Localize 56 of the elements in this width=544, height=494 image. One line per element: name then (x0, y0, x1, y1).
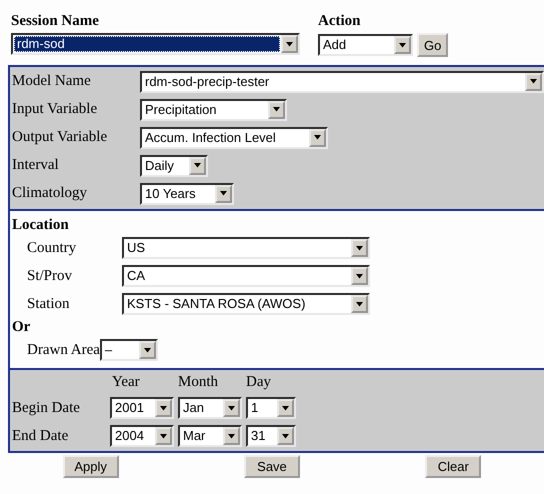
field-label: Drawn Area (27, 342, 100, 358)
dropdown-arrow-icon (227, 406, 236, 410)
dropdown-arrow-icon (159, 434, 168, 438)
dropdown[interactable]: – (100, 339, 158, 361)
dropdown[interactable]: 2004 (110, 425, 174, 447)
dropdown[interactable]: rdm-sod-precip-tester (140, 70, 544, 92)
dropdown-arrow-icon (227, 434, 236, 438)
dropdown-arrow-icon (159, 406, 168, 410)
field-label: Input Variable (12, 101, 98, 118)
action-button[interactable]: Clear (425, 455, 482, 478)
dropdown-arrow-icon (313, 135, 322, 140)
action-button[interactable]: Save (244, 455, 300, 478)
dropdown-arrow-icon (355, 274, 364, 278)
dropdown-arrow-icon (398, 42, 407, 48)
dropdown-arrow-icon (355, 302, 364, 306)
dropdown-arrow-icon (281, 434, 290, 438)
field-label: Climatology (12, 185, 88, 202)
field-heading: Action (318, 12, 362, 30)
column-heading: Month (178, 374, 220, 391)
field-label: Model Name (12, 73, 92, 90)
dropdown[interactable]: KSTS - SANTA ROSA (AWOS) (122, 293, 370, 315)
field-label: Country (27, 240, 78, 256)
dropdown[interactable]: 2001 (110, 397, 174, 419)
dropdown-arrow-icon (529, 79, 538, 84)
dropdown[interactable]: US (122, 237, 370, 259)
field-heading: Session Name (11, 12, 100, 30)
field-label: Begin Date (12, 400, 81, 416)
column-heading: Day (246, 374, 272, 391)
field-label: Interval (12, 157, 60, 174)
dropdown[interactable]: 10 Years (140, 182, 234, 204)
field-label: End Date (12, 428, 70, 444)
dropdown-arrow-icon (355, 246, 364, 250)
dropdown[interactable]: Jan (178, 397, 242, 419)
dropdown-arrow-icon (219, 191, 228, 196)
dropdown[interactable]: Accum. Infection Level (140, 126, 328, 148)
field-label: Output Variable (12, 129, 108, 146)
dropdown-arrow-icon (281, 406, 290, 410)
field-label: St/Prov (27, 268, 74, 284)
field-label: Station (27, 296, 71, 312)
dropdown[interactable]: CA (122, 265, 370, 287)
dropdown[interactable]: Add (318, 34, 413, 56)
dropdown[interactable]: 31 (246, 425, 296, 447)
dropdown[interactable]: rdm-sod (11, 33, 300, 55)
action-button[interactable]: Apply (62, 455, 119, 478)
column-heading: Year (111, 374, 141, 391)
go-button[interactable]: Go (417, 33, 448, 57)
dropdown-arrow-icon (142, 348, 152, 352)
dropdown[interactable]: Mar (178, 425, 242, 447)
section-heading: Location (12, 216, 70, 234)
dropdown[interactable]: Precipitation (140, 98, 287, 120)
dropdown-arrow-icon (193, 163, 202, 168)
dropdown-arrow-icon (285, 42, 294, 46)
dropdown-arrow-icon (272, 107, 281, 112)
dropdown[interactable]: 1 (246, 397, 296, 419)
section-heading: Or (12, 318, 32, 336)
dropdown[interactable]: Daily (140, 154, 208, 176)
